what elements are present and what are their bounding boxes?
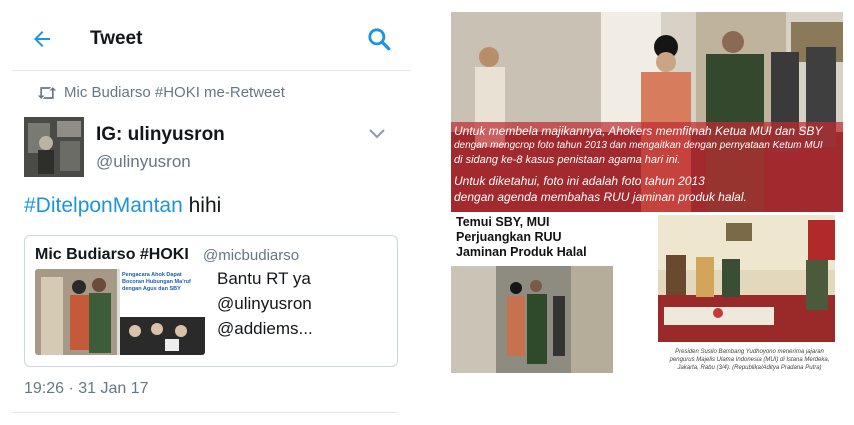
quoted-text-line: Bantu RT ya <box>217 269 311 288</box>
tweet-text-rest: hihi <box>182 194 222 217</box>
attached-image: Untuk membela majikannya, Ahokers memfit… <box>436 0 854 425</box>
article-title-line: Jaminan Produk Halal <box>456 245 587 259</box>
retweet-context: Mic Budiarso #HOKI me-Retweet <box>37 84 285 101</box>
author-display-name[interactable]: IG: ulinyusron <box>96 124 225 146</box>
photo-caption: Presiden Susilo Bambang Yudhoyono meneri… <box>669 349 830 371</box>
retweet-icon <box>37 87 57 99</box>
article-title-line: Perjuangkan RUU <box>456 230 562 244</box>
main-photo: Untuk membela majikannya, Ahokers memfit… <box>451 12 843 212</box>
retweet-context-text: Mic Budiarso #HOKI me-Retweet <box>64 84 285 101</box>
overlay-line: dengan mengcrop foto tahun 2013 dan meng… <box>454 140 823 151</box>
quoted-media-thumbnail[interactable]: Pengacara Ahok Dapat Bocoran Hubungan Ma… <box>35 269 205 355</box>
article-title: Temui SBY, MUI Perjuangkan RUU Jaminan P… <box>456 215 587 260</box>
app-header: Tweet <box>12 12 410 71</box>
chevron-down-icon[interactable] <box>368 128 386 140</box>
avatar[interactable] <box>24 117 84 177</box>
overlay-line: dengan agenda membahas RUU jaminan produ… <box>454 190 747 204</box>
quoted-text: Bantu RT ya @ulinyusron @addiems... <box>217 266 392 341</box>
hashtag-link[interactable]: #DitelponMantan <box>24 194 183 217</box>
back-arrow-icon[interactable] <box>30 27 54 51</box>
author-handle[interactable]: @ulinyusron <box>96 152 191 172</box>
quoted-author-name: Mic Budiarso #HOKI <box>35 246 189 263</box>
tweet-timestamp: 19:26 · 31 Jan 17 <box>24 380 149 397</box>
page-title: Tweet <box>90 28 143 49</box>
quoted-media-headline: Pengacara Ahok Dapat Bocoran Hubungan Ma… <box>122 272 191 292</box>
overlay-line: Untuk membela majikannya, Ahokers memfit… <box>454 124 823 138</box>
tweet-panel: Tweet Mic Budiarso #HOKI me-Retweet IG: … <box>0 0 418 425</box>
meeting-photo <box>658 215 835 342</box>
tweet-text: #DitelponMantan hihi <box>24 194 221 218</box>
divider <box>12 412 397 413</box>
quoted-mention: @ulinyusron <box>217 294 312 313</box>
overlay-line: di sidang ke-8 kasus penistaan agama har… <box>454 154 681 166</box>
overlay-line: Untuk diketahui, foto ini adalah foto ta… <box>454 174 705 188</box>
quoted-author-handle: @micbudiarso <box>203 247 300 264</box>
caption-overlay: Untuk membela majikannya, Ahokers memfit… <box>451 122 843 212</box>
article-photo <box>451 266 613 373</box>
quoted-tweet[interactable]: Mic Budiarso #HOKI @micbudiarso Pengacar… <box>24 235 398 367</box>
quoted-mention: @addiems... <box>217 319 313 338</box>
article-title-line: Temui SBY, MUI <box>456 215 550 229</box>
search-icon[interactable] <box>366 26 392 52</box>
